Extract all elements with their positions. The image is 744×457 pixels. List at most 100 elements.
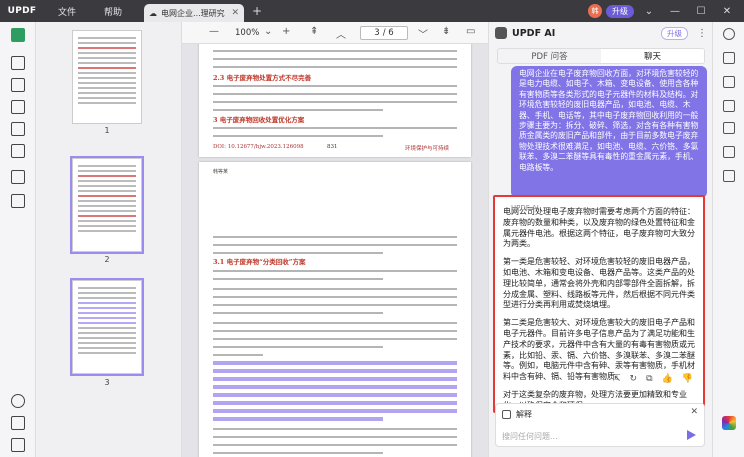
ai-logo-icon bbox=[495, 27, 507, 39]
add-tab-icon[interactable]: + bbox=[252, 4, 262, 18]
previous-page-icon[interactable]: ︿ bbox=[336, 26, 346, 41]
layers-icon[interactable] bbox=[11, 394, 25, 408]
left-tool-rail bbox=[0, 22, 36, 457]
title-bar: UPDF 文件 帮助 ☁ 电网企业...理研究 ✕ + 韩 升级 ⌄ — ☐ ✕ bbox=[0, 0, 744, 22]
export-icon[interactable]: ⇱ bbox=[613, 374, 621, 384]
zoom-in-icon[interactable]: + bbox=[282, 26, 290, 37]
thumbnail-page-3[interactable] bbox=[70, 278, 144, 376]
ai-label: UPDF AI bbox=[511, 204, 539, 212]
thumbs-down-icon[interactable]: 👎 bbox=[682, 374, 693, 384]
zoom-level[interactable]: 100% bbox=[235, 28, 259, 38]
first-page-icon[interactable]: ⇞ bbox=[310, 26, 318, 37]
thumbnail-panel: 1 2 3 bbox=[36, 22, 182, 457]
app-logo: UPDF bbox=[7, 6, 37, 16]
share-icon[interactable] bbox=[723, 122, 735, 134]
close-icon[interactable]: ✕ bbox=[690, 407, 698, 417]
highlighted-text[interactable] bbox=[213, 385, 457, 389]
total-pages: / 6 bbox=[382, 28, 394, 38]
page-footer-number: 831 bbox=[327, 144, 338, 150]
upgrade-button[interactable]: 升级 bbox=[606, 4, 634, 18]
thumbnail-page-2[interactable] bbox=[70, 156, 144, 254]
edit-icon[interactable] bbox=[11, 78, 25, 92]
thumbnail-page-number: 3 bbox=[104, 378, 110, 387]
ask-box: 解释 ✕ bbox=[495, 403, 705, 447]
document-tab[interactable]: ☁ 电网企业...理研究 ✕ bbox=[144, 4, 245, 22]
section-heading: 3 电子废弃物回收处置优化方案 bbox=[213, 116, 305, 124]
reader-icon[interactable] bbox=[11, 28, 25, 42]
thumbnail-page-1[interactable] bbox=[72, 30, 142, 124]
chevron-down-icon[interactable]: ⌄ bbox=[638, 6, 660, 17]
text-context-icon bbox=[502, 410, 511, 419]
next-page-icon[interactable]: ﹀ bbox=[418, 26, 428, 41]
highlighted-text[interactable] bbox=[213, 401, 457, 405]
more-icon[interactable]: ⋮ bbox=[697, 28, 707, 39]
context-chip-label: 解释 bbox=[516, 410, 532, 419]
refresh-icon[interactable]: ↻ bbox=[630, 374, 638, 384]
send-icon[interactable] bbox=[687, 430, 696, 440]
zoom-options-icon[interactable]: ⌄ bbox=[264, 26, 272, 37]
ask-input[interactable] bbox=[502, 429, 672, 443]
protect-icon[interactable] bbox=[11, 144, 25, 158]
running-head: 韩等某 bbox=[213, 169, 229, 175]
document-viewer[interactable]: 2.3 电子废弃物处置方式不尽完善 3 电子废弃物回收处置优化方案 DOI: 1… bbox=[182, 44, 488, 457]
ai-icon[interactable] bbox=[723, 52, 735, 64]
search-icon[interactable] bbox=[723, 28, 735, 40]
protect-icon[interactable] bbox=[723, 100, 735, 112]
highlighted-text[interactable] bbox=[213, 361, 457, 365]
page-footer-journal: 环境保护与可持续 bbox=[405, 146, 450, 152]
answer-paragraph: 电网公司处理电子废弃物时需要考虑两个方面的特征：废弃物的数量和种类，以及废弃物的… bbox=[503, 207, 695, 249]
highlighted-text[interactable] bbox=[213, 393, 457, 397]
highlighted-text[interactable] bbox=[213, 409, 457, 413]
window-close-icon[interactable]: ✕ bbox=[716, 6, 738, 17]
highlighted-text[interactable] bbox=[213, 417, 383, 421]
ai-panel-header: UPDF AI 升级 ⋮ bbox=[489, 22, 713, 44]
bookmark-icon[interactable] bbox=[11, 416, 25, 430]
answer-actions: ⇱ ↻ ⧉ 👍 👎 bbox=[613, 374, 693, 384]
user-area: 韩 升级 ⌄ — ☐ ✕ bbox=[588, 4, 744, 18]
page-organize-icon[interactable] bbox=[11, 100, 25, 114]
page-footer-doi: DOI: 10.12677/hjw.2023.126098 bbox=[213, 144, 304, 150]
section-heading: 3.1 电子废弃物“分类回收”方案 bbox=[213, 258, 306, 266]
thumbnail-page-number: 2 bbox=[104, 255, 110, 264]
user-message: 电网企业在电子废弃物回收方面，对环境危害较轻的是电力电缆、如电子、木箱、变电设备… bbox=[511, 66, 707, 198]
context-chip[interactable]: 解释 bbox=[502, 409, 532, 420]
convert-icon[interactable] bbox=[723, 76, 735, 88]
comment-icon[interactable] bbox=[11, 56, 25, 70]
current-page[interactable]: 3 bbox=[374, 28, 379, 38]
pdf-page-3: 韩等某 3.1 电子废弃物“分类回收”方案 bbox=[199, 162, 471, 457]
zoom-out-icon[interactable]: — bbox=[209, 26, 219, 37]
ocr-icon[interactable] bbox=[11, 170, 25, 184]
ai-upgrade-badge[interactable]: 升级 bbox=[661, 26, 688, 40]
copy-icon[interactable] bbox=[11, 194, 25, 208]
thumbs-up-icon[interactable]: 👍 bbox=[662, 374, 673, 384]
form-icon[interactable] bbox=[11, 122, 25, 136]
section-heading: 2.3 电子废弃物处置方式不尽完善 bbox=[213, 74, 312, 82]
document-toolbar: — 100% ⌄ + ⇞ ︿ 3 / 6 ﹀ ⇟ ▭ bbox=[182, 22, 488, 44]
maximize-icon[interactable]: ☐ bbox=[690, 6, 712, 17]
ai-panel-title: UPDF AI bbox=[512, 27, 556, 39]
minimize-icon[interactable]: — bbox=[664, 6, 686, 17]
menu-file[interactable]: 文件 bbox=[44, 0, 90, 22]
document-tab-title: 电网企业...理研究 bbox=[161, 8, 225, 18]
tab-pdf-qa[interactable]: PDF 问答 bbox=[498, 49, 601, 63]
save-icon[interactable] bbox=[723, 170, 735, 182]
pdf-page-2: 2.3 电子废弃物处置方式不尽完善 3 电子废弃物回收处置优化方案 DOI: 1… bbox=[199, 44, 471, 157]
print-icon[interactable] bbox=[723, 146, 735, 158]
ai-assistant-panel: UPDF AI 升级 ⋮ PDF 问答 聊天 电网企业在电子废弃物回收方面，对环… bbox=[488, 22, 712, 457]
comment-bubble-icon[interactable]: ▭ bbox=[466, 26, 475, 37]
highlighted-text[interactable] bbox=[213, 377, 457, 381]
menu-help[interactable]: 帮助 bbox=[90, 0, 136, 22]
thumbnail-page-number: 1 bbox=[104, 126, 110, 135]
right-tool-rail bbox=[712, 22, 744, 457]
cloud-icon: ☁ bbox=[149, 8, 158, 18]
ai-mode-tabs: PDF 问答 聊天 bbox=[497, 48, 705, 64]
attachment-icon[interactable] bbox=[11, 438, 25, 452]
page-indicator[interactable]: 3 / 6 bbox=[360, 26, 408, 40]
close-icon[interactable]: ✕ bbox=[231, 8, 239, 18]
highlighted-text[interactable] bbox=[213, 369, 457, 373]
ai-assistant-icon[interactable] bbox=[722, 416, 736, 430]
avatar[interactable]: 韩 bbox=[588, 4, 602, 18]
tab-chat[interactable]: 聊天 bbox=[601, 49, 704, 63]
last-page-icon[interactable]: ⇟ bbox=[442, 26, 450, 37]
copy-icon[interactable]: ⧉ bbox=[646, 374, 652, 384]
